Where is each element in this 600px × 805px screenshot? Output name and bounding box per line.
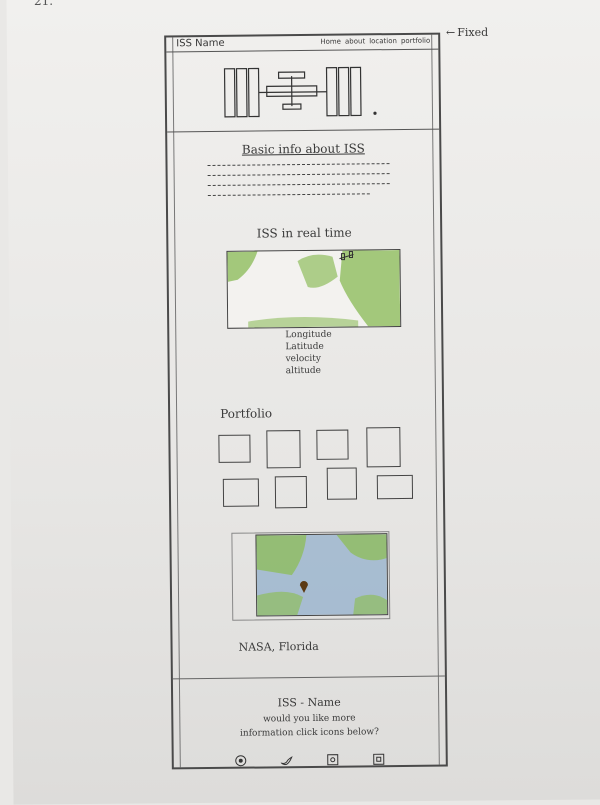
location-map-drawing xyxy=(256,534,387,615)
footer-line-1: would you like more xyxy=(173,713,445,726)
map-pin-icon xyxy=(299,579,309,593)
longitude-label: Longitude xyxy=(285,330,331,340)
iss-drawing xyxy=(166,49,443,132)
location-map[interactable] xyxy=(255,533,388,616)
portfolio-tile[interactable] xyxy=(316,430,348,460)
nav-home[interactable]: Home xyxy=(320,38,341,46)
portfolio-tile[interactable] xyxy=(327,467,357,499)
map-drawing xyxy=(227,250,400,328)
corner-note: 21. xyxy=(34,0,53,8)
footer-line-2: information click icons below? xyxy=(173,727,445,740)
brand-label[interactable]: ISS Name xyxy=(176,38,224,50)
hero-section xyxy=(166,49,439,133)
fixed-annotation: ←Fixed xyxy=(446,26,488,39)
altitude-label: altitude xyxy=(286,366,321,376)
real-time-title: ISS in real time xyxy=(168,225,440,242)
footer-title: ISS - Name xyxy=(173,695,445,711)
social-icons xyxy=(174,753,446,768)
velocity-label: velocity xyxy=(286,354,321,364)
portfolio-tile[interactable] xyxy=(266,430,300,468)
wireframe-page: ISS Name Home about location portfolio xyxy=(164,33,448,770)
portfolio-tile[interactable] xyxy=(218,435,250,463)
latitude-label: Latitude xyxy=(285,342,323,352)
basic-info-title: Basic info about ISS xyxy=(167,141,439,158)
nav-portfolio[interactable]: portfolio xyxy=(401,37,430,45)
nav-location[interactable]: location xyxy=(369,37,397,45)
portfolio-tile[interactable] xyxy=(366,427,400,467)
world-map xyxy=(226,249,401,329)
portfolio-tile[interactable] xyxy=(377,475,413,499)
twitter-icon[interactable] xyxy=(281,754,293,766)
portfolio-tile[interactable] xyxy=(223,478,259,506)
github-icon[interactable] xyxy=(327,754,339,766)
nav-about[interactable]: about xyxy=(345,37,365,45)
fixed-label: Fixed xyxy=(457,26,488,39)
location-caption: NASA, Florida xyxy=(239,640,319,654)
linkedin-icon[interactable] xyxy=(373,753,385,765)
footer: ISS - Name would you like more informati… xyxy=(173,676,446,768)
top-nav: Home about location portfolio xyxy=(320,37,430,46)
left-arrow-icon: ← xyxy=(446,26,455,39)
instagram-icon[interactable] xyxy=(235,755,247,767)
portfolio-tile[interactable] xyxy=(275,476,307,508)
